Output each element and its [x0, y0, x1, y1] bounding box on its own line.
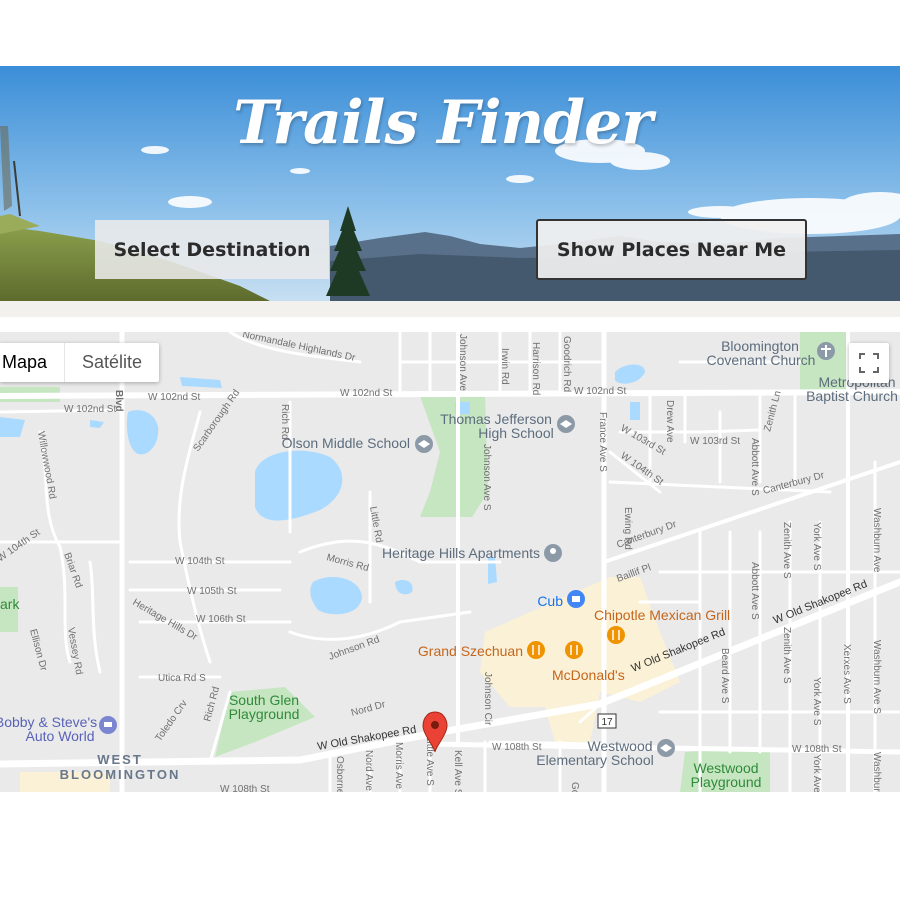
map-lake: [395, 580, 413, 595]
street-label: York Ave S: [811, 522, 822, 571]
street-label: W 105th St: [187, 586, 237, 597]
poi-label: ark: [0, 596, 20, 612]
street-label: Abbott Ave S: [749, 438, 760, 496]
street-label: Washburn Ave: [871, 508, 882, 573]
hero-banner: Trails Finder Select Destination Show Pl…: [0, 66, 900, 301]
street-label: W 104th St: [0, 527, 42, 565]
street-label: Abbott Ave S: [749, 562, 760, 620]
map-lake: [126, 410, 159, 455]
poi-label: Playground: [229, 706, 300, 722]
map-lake: [630, 402, 640, 420]
map-lake: [0, 417, 25, 437]
map-type-map-button[interactable]: Mapa: [0, 343, 64, 382]
street-label: Nord Dr: [350, 699, 387, 719]
street-label: Harrison Rd: [530, 342, 541, 395]
poi-label: Baptist Church: [806, 388, 898, 404]
street-label: Washburn Ave S: [871, 640, 882, 714]
highway-17-label: 17: [601, 717, 613, 728]
poi-label: High School: [478, 425, 554, 441]
area-label: BLOOMINGTON: [60, 767, 181, 782]
street-label: W 102nd St: [574, 386, 626, 397]
restaurant-icon[interactable]: [607, 626, 625, 644]
street-label: Beard Ave S: [719, 648, 730, 704]
street-label: Toledo Crv: [153, 698, 189, 743]
street-label: Morris Rd: [325, 552, 370, 574]
street-label: Rich Rd: [202, 686, 222, 723]
select-destination-button[interactable]: Select Destination: [95, 220, 329, 279]
street-label: W 102nd St: [340, 388, 392, 399]
street-label: Irwin Rd: [499, 348, 510, 385]
street-label: Osborne: [334, 756, 345, 792]
poi-label: Auto World: [26, 728, 95, 744]
street-label: Nord Ave S: [363, 750, 374, 792]
poi-label: Elementary School: [536, 752, 654, 768]
street-label: Utica Rd S: [158, 673, 206, 684]
map-canvas[interactable]: 17 W 102nd St W 102nd St W 102nd St W 10…: [0, 332, 900, 792]
fullscreen-icon: [859, 353, 879, 373]
page-title: Trails Finder: [233, 88, 653, 158]
map-type-satellite-button[interactable]: Satélite: [64, 343, 159, 382]
map-lake: [310, 577, 362, 615]
poi-label: Grand Szechuan: [418, 643, 523, 659]
street-label: Morris Ave S: [393, 742, 404, 792]
street-label: Goodrich Rd: [561, 336, 572, 392]
street-label: W 102nd St: [148, 392, 200, 403]
poi-label: Covenant Church: [707, 352, 816, 368]
street-label: Johnson Ave S: [481, 444, 492, 511]
poi-label: Olson Middle School: [282, 435, 410, 451]
street-label: W 108th St: [220, 784, 270, 792]
street-label: Xerxes Ave S: [841, 644, 852, 704]
street-label: Johnson Cir: [482, 672, 493, 726]
street-label: Blvd: [113, 390, 124, 412]
street-label: York Ave S: [811, 677, 822, 726]
street-label: York Ave S: [811, 754, 822, 792]
street-label: Willowwood Rd: [35, 431, 58, 500]
street-label: Goo: [569, 782, 580, 792]
restaurant-icon[interactable]: [527, 641, 545, 659]
street-label: Ellison Dr: [27, 628, 49, 673]
street-label: Zenith Ave S: [781, 627, 792, 684]
map-type-control: Mapa Satélite: [0, 343, 160, 382]
restaurant-icon[interactable]: [565, 641, 583, 659]
section-divider: [0, 301, 900, 317]
street-label: Heritage Hills Dr: [131, 597, 200, 643]
map-lake: [180, 377, 222, 388]
map-road: [0, 389, 900, 399]
street-label: Zenith Ave S: [781, 522, 792, 579]
street-label: Normandale Highlands Dr: [241, 332, 356, 364]
street-label: France Ave S: [597, 412, 608, 472]
street-label: Johnson Ave: [457, 334, 468, 392]
map-road: [0, 578, 900, 768]
street-label: Kell Ave S: [452, 750, 463, 792]
street-label: W 102nd St: [64, 404, 116, 415]
street-label: Drew Ave: [664, 400, 675, 443]
map-lake: [255, 450, 343, 521]
fullscreen-button[interactable]: [849, 343, 889, 383]
street-label: W 104th St: [175, 556, 225, 567]
area-label: WEST: [97, 752, 143, 767]
street-label: W 108th St: [492, 742, 542, 753]
street-label: Zenith Ln: [762, 390, 783, 433]
poi-label: Cub: [537, 593, 563, 609]
poi-label: Heritage Hills Apartments: [382, 545, 540, 561]
street-label: Washburn Ave S: [871, 752, 882, 792]
street-label: W 106th St: [196, 614, 246, 625]
poi-label: Chipotle Mexican Grill: [594, 607, 730, 623]
poi-label: McDonald's: [552, 667, 625, 683]
street-label: W 103rd St: [690, 436, 740, 447]
map-lake: [615, 364, 645, 384]
map-lake: [90, 420, 104, 428]
poi-label: Playground: [691, 774, 762, 790]
map-container[interactable]: 17 W 102nd St W 102nd St W 102nd St W 10…: [0, 332, 900, 792]
show-places-near-me-button[interactable]: Show Places Near Me: [536, 219, 807, 280]
